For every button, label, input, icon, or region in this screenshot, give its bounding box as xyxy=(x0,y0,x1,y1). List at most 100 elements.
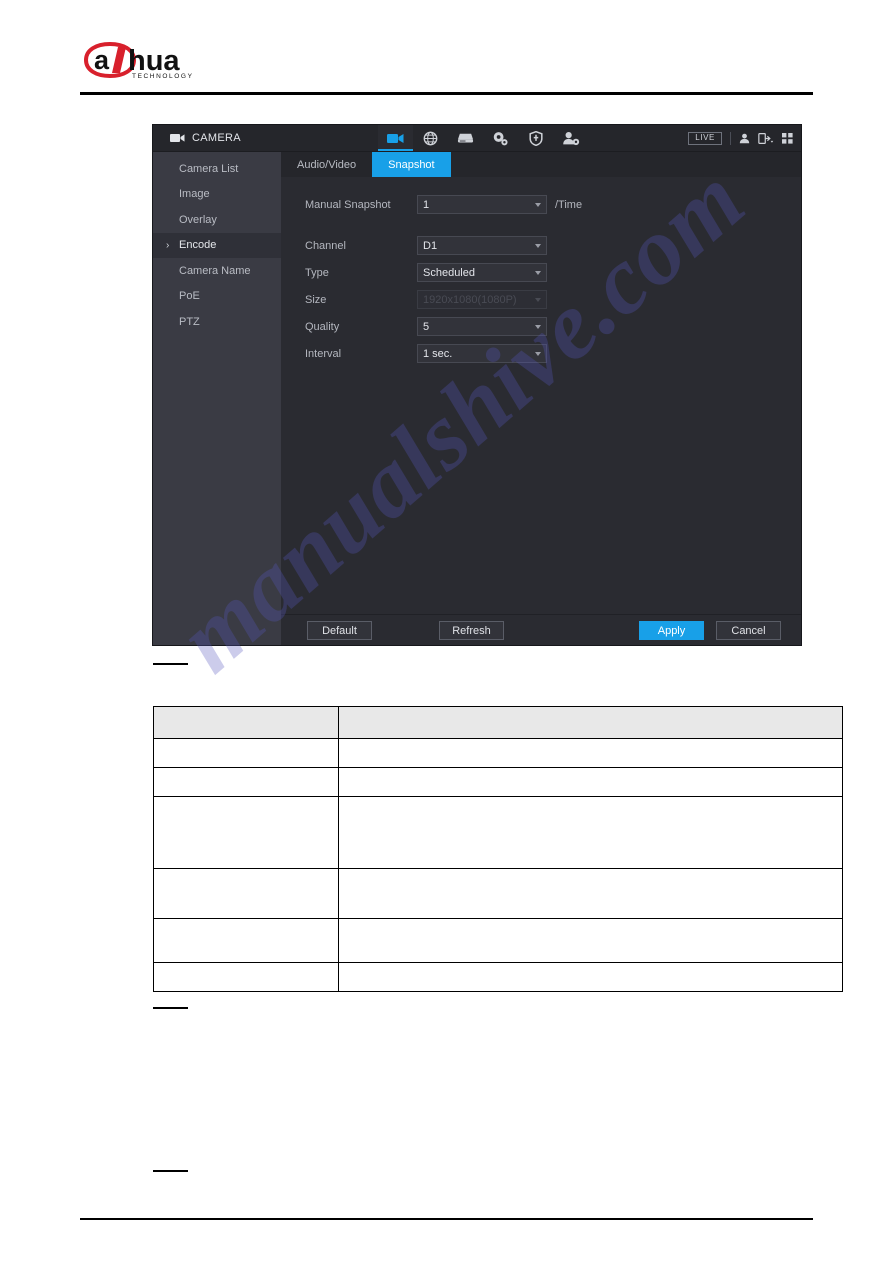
table-row xyxy=(153,918,843,963)
table-cell-description xyxy=(338,796,843,869)
caption-redaction-mark xyxy=(153,1007,188,1009)
sidebar-item-image[interactable]: › Image xyxy=(153,182,281,208)
manual-snapshot-value: 1 xyxy=(423,198,430,211)
table-cell-description xyxy=(338,868,843,919)
form-spacer xyxy=(305,220,801,234)
svg-text:a: a xyxy=(94,45,110,75)
size-label: Size xyxy=(305,293,327,306)
caption-redaction-mark xyxy=(153,663,188,665)
table-row xyxy=(153,767,843,797)
column-header-description xyxy=(338,706,843,739)
chevron-down-icon xyxy=(535,243,541,248)
tab-bar: Audio/Video Snapshot xyxy=(281,152,801,177)
table-body xyxy=(153,738,843,992)
module-nav xyxy=(378,125,588,151)
parameter-description-table xyxy=(153,706,843,992)
account-user-nav-icon[interactable] xyxy=(553,125,588,151)
logout-icon[interactable] xyxy=(758,132,774,144)
table-cell-parameter xyxy=(153,796,339,869)
camera-nav-icon[interactable] xyxy=(378,125,413,151)
page-title: CAMERA xyxy=(192,132,241,144)
refresh-button[interactable]: Refresh xyxy=(439,621,504,640)
type-select[interactable]: Scheduled xyxy=(417,263,547,282)
type-label: Type xyxy=(305,266,329,279)
user-profile-icon[interactable] xyxy=(739,133,750,144)
interval-select[interactable]: 1 sec. xyxy=(417,344,547,363)
topbar-separator xyxy=(730,131,731,145)
table-cell-parameter xyxy=(153,738,339,768)
manual-snapshot-row: Manual Snapshot 1 /Time xyxy=(305,193,801,216)
live-badge[interactable]: LIVE xyxy=(688,131,722,145)
tab-snapshot[interactable]: Snapshot xyxy=(372,152,451,177)
sidebar-item-camera-list[interactable]: › Camera List xyxy=(153,156,281,182)
sidebar-item-label: Camera List xyxy=(179,162,239,175)
sidebar-item-camera-name[interactable]: › Camera Name xyxy=(153,258,281,284)
sidebar-item-encode[interactable]: › Encode xyxy=(153,232,281,258)
sidebar-item-label: Overlay xyxy=(179,213,217,226)
quality-row: Quality 5 xyxy=(305,315,801,338)
table-row xyxy=(153,738,843,768)
channel-value: D1 xyxy=(423,239,438,252)
interval-value: 1 sec. xyxy=(423,347,453,360)
channel-select[interactable]: D1 xyxy=(417,236,547,255)
document-header: a hua TECHNOLOGY xyxy=(80,40,813,80)
type-row: Type Scheduled xyxy=(305,261,801,284)
video-camera-icon xyxy=(170,133,185,143)
manual-snapshot-suffix: /Time xyxy=(555,198,583,211)
quality-select[interactable]: 5 xyxy=(417,317,547,336)
size-value: 1920x1080(1080P) xyxy=(423,293,517,306)
dahua-logo-svg: a hua TECHNOLOGY xyxy=(83,41,192,80)
footer-divider xyxy=(80,1218,813,1220)
default-button[interactable]: Default xyxy=(307,621,372,640)
table-cell-parameter xyxy=(153,767,339,797)
column-header-parameter xyxy=(153,706,339,739)
size-select: 1920x1080(1080P) xyxy=(417,290,547,309)
chevron-down-icon xyxy=(535,351,541,356)
security-shield-nav-icon[interactable] xyxy=(518,125,553,151)
module-title-group: CAMERA xyxy=(153,132,353,144)
table-cell-parameter xyxy=(153,918,339,963)
tab-audio-video[interactable]: Audio/Video xyxy=(281,152,372,177)
network-globe-nav-icon[interactable] xyxy=(413,125,448,151)
sidebar-item-label: PTZ xyxy=(179,315,200,328)
sidebar-item-label: Image xyxy=(179,188,210,201)
caption-redaction-mark xyxy=(153,1170,188,1172)
channel-row: Channel D1 xyxy=(305,234,801,257)
system-gears-nav-icon[interactable] xyxy=(483,125,518,151)
sidebar-item-overlay[interactable]: › Overlay xyxy=(153,207,281,233)
nvr-body: › Camera List › Image › Overlay › Encode… xyxy=(153,152,801,645)
apply-button[interactable]: Apply xyxy=(639,621,704,640)
interval-label: Interval xyxy=(305,347,342,360)
type-value: Scheduled xyxy=(423,266,475,279)
storage-disk-nav-icon[interactable] xyxy=(448,125,483,151)
sidebar-item-label: Encode xyxy=(179,239,217,252)
chevron-down-icon xyxy=(535,270,541,275)
manual-snapshot-select[interactable]: 1 xyxy=(417,195,547,214)
apps-grid-icon[interactable] xyxy=(782,132,793,144)
sidebar-item-label: PoE xyxy=(179,290,200,303)
quality-value: 5 xyxy=(423,320,430,333)
chevron-down-icon xyxy=(535,297,541,302)
channel-label: Channel xyxy=(305,239,346,252)
action-bar: Default Refresh Apply Cancel xyxy=(281,614,801,645)
quality-label: Quality xyxy=(305,320,340,333)
table-cell-parameter xyxy=(153,962,339,992)
sidebar-item-label: Camera Name xyxy=(179,264,251,277)
table-row xyxy=(153,868,843,919)
size-row: Size 1920x1080(1080P) xyxy=(305,288,801,311)
table-header xyxy=(153,706,843,739)
topbar-right-group: LIVE xyxy=(688,125,793,151)
table-cell-description xyxy=(338,918,843,963)
chevron-down-icon xyxy=(535,324,541,329)
table-row xyxy=(153,962,843,992)
dahua-logo: a hua TECHNOLOGY xyxy=(80,40,260,80)
nvr-topbar: CAMERA LIVE xyxy=(153,125,801,152)
table-cell-description xyxy=(338,767,843,797)
sidebar-item-poe[interactable]: › PoE xyxy=(153,284,281,310)
header-divider xyxy=(80,92,813,95)
nvr-ui-screenshot: CAMERA LIVE Camera List Image Overlay › … xyxy=(153,125,801,645)
chevron-right-icon: › xyxy=(166,239,170,251)
cancel-button[interactable]: Cancel xyxy=(716,621,781,640)
table-cell-description xyxy=(338,962,843,992)
sidebar-item-ptz[interactable]: › PTZ xyxy=(153,309,281,335)
